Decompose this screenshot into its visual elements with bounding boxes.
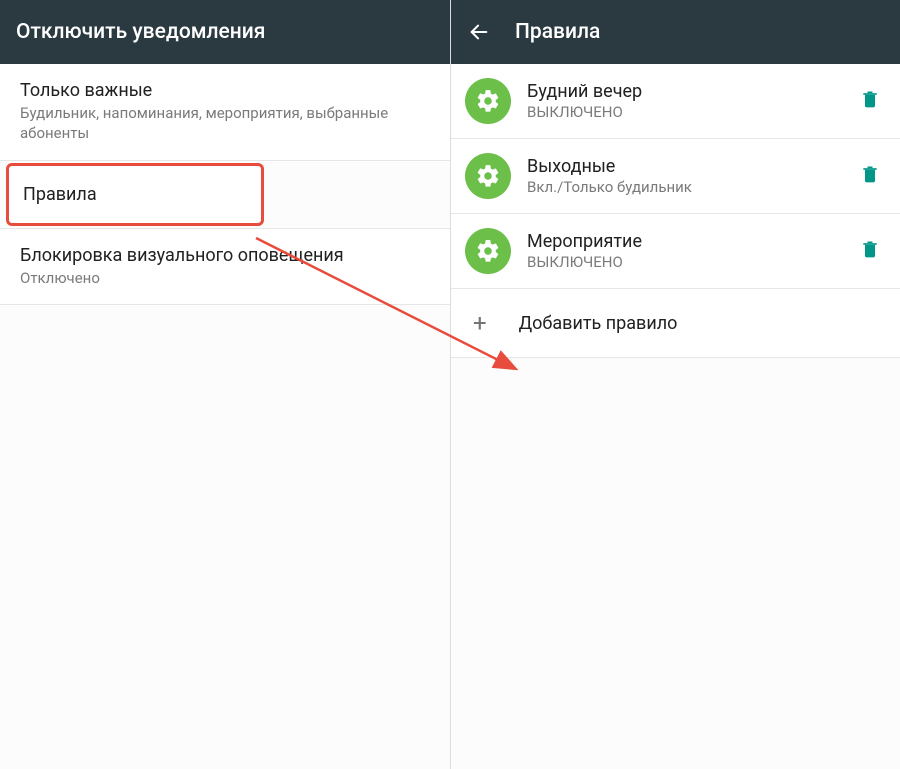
left-appbar: Отключить уведомления — [0, 0, 450, 64]
item-visual-block[interactable]: Блокировка визуального оповещения Отключ… — [0, 228, 450, 305]
right-appbar: Правила — [451, 0, 900, 64]
rule-title: Мероприятие — [527, 231, 844, 252]
rule-subtitle: Вкл./Только будильник — [527, 178, 844, 196]
right-title: Правила — [515, 20, 600, 44]
rule-text: Мероприятие ВЫКЛЮЧЕНО — [527, 231, 844, 271]
rule-text: Будний вечер ВЫКЛЮЧЕНО — [527, 81, 844, 121]
plus-icon: + — [473, 309, 487, 337]
left-title: Отключить уведомления — [16, 20, 265, 44]
item-title: Только важные — [20, 80, 430, 101]
trash-icon[interactable] — [860, 238, 880, 264]
add-rule-label: Добавить правило — [519, 313, 678, 334]
left-screen: Отключить уведомления Только важные Буди… — [0, 0, 450, 769]
item-only-important[interactable]: Только важные Будильник, напоминания, ме… — [0, 64, 450, 161]
rule-title: Будний вечер — [527, 81, 844, 102]
item-title: Блокировка визуального оповещения — [20, 245, 430, 266]
item-subtitle: Отключено — [20, 268, 430, 288]
item-subtitle: Будильник, напоминания, мероприятия, выб… — [20, 103, 430, 144]
gear-icon — [465, 153, 511, 199]
item-rules-highlighted[interactable]: Правила — [6, 163, 264, 226]
back-icon[interactable] — [467, 20, 491, 44]
rule-weekday-evening[interactable]: Будний вечер ВЫКЛЮЧЕНО — [451, 64, 900, 139]
gear-icon — [465, 228, 511, 274]
rule-subtitle: ВЫКЛЮЧЕНО — [527, 253, 844, 271]
trash-icon[interactable] — [860, 88, 880, 114]
add-rule-button[interactable]: + Добавить правило — [451, 289, 900, 358]
trash-icon[interactable] — [860, 163, 880, 189]
gear-icon — [465, 78, 511, 124]
rule-weekend[interactable]: Выходные Вкл./Только будильник — [451, 139, 900, 214]
item-title: Правила — [23, 184, 247, 205]
rule-event[interactable]: Мероприятие ВЫКЛЮЧЕНО — [451, 214, 900, 289]
rule-text: Выходные Вкл./Только будильник — [527, 156, 844, 196]
right-screen: Правила Будний вечер ВЫКЛЮЧЕНО Выход — [450, 0, 900, 769]
rule-subtitle: ВЫКЛЮЧЕНО — [527, 103, 844, 121]
rule-title: Выходные — [527, 156, 844, 177]
